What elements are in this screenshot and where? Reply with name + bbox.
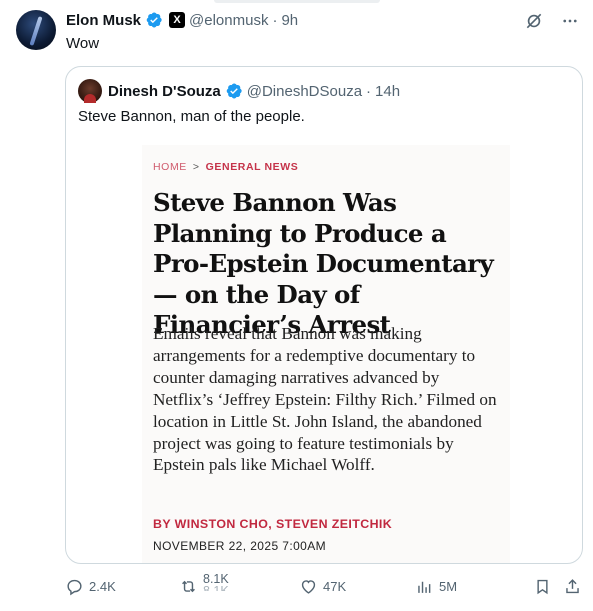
repost-count: 8.1K	[203, 572, 229, 586]
breadcrumb-category: GENERAL NEWS	[205, 161, 299, 173]
view-count: 5M	[439, 578, 458, 594]
quote-header: Dinesh D'Souza @DineshDSouza · 14h	[108, 80, 400, 102]
repost-button[interactable]: 8.1K 8.1K	[179, 572, 229, 600]
action-bar: 2.4K 8.1K 8.1K 47K 5M	[65, 572, 585, 600]
separator: ·	[272, 11, 278, 29]
grok-slash-icon[interactable]	[523, 10, 545, 32]
reply-icon	[67, 579, 82, 595]
bookmark-button[interactable]	[533, 572, 552, 600]
views-bar-chart-icon	[418, 581, 431, 593]
bookmark-icon	[537, 579, 548, 594]
timestamp[interactable]: 9h	[281, 12, 298, 29]
article-byline: BY WINSTON CHO, STEVEN ZEITCHIK	[153, 517, 393, 531]
quote-text: Steve Bannon, man of the people.	[78, 108, 305, 125]
tweet-top-icons	[523, 10, 581, 32]
views-button[interactable]: 5M	[415, 572, 457, 600]
repost-icon	[182, 580, 195, 592]
verified-badge-icon	[145, 11, 163, 29]
verified-badge-icon	[225, 82, 243, 100]
heart-icon	[301, 579, 316, 594]
share-button[interactable]	[563, 572, 582, 600]
repost-count-stack: 8.1K 8.1K	[203, 573, 229, 591]
quote-avatar[interactable]	[78, 79, 102, 103]
x-affiliate-icon: X	[169, 12, 186, 28]
tweet-header: Elon Musk X @elonmusk · 9h	[66, 9, 298, 31]
breadcrumb: HOME > GENERAL NEWS	[153, 161, 298, 173]
repost-count-ghost: 8.1K	[203, 585, 229, 591]
share-icon	[566, 578, 579, 593]
reply-button[interactable]: 2.4K	[65, 572, 116, 600]
breadcrumb-separator: >	[192, 161, 200, 173]
author-handle[interactable]: @elonmusk	[189, 12, 268, 29]
more-dots-icon[interactable]	[559, 10, 581, 32]
breadcrumb-home: HOME	[153, 161, 187, 173]
quoted-tweet[interactable]: Dinesh D'Souza @DineshDSouza · 14h Steve…	[65, 66, 583, 564]
quote-author-handle[interactable]: @DineshDSouza	[247, 83, 362, 100]
quote-author-name[interactable]: Dinesh D'Souza	[108, 83, 221, 100]
tweet: Elon Musk X @elonmusk · 9h Wow Dinesh D'…	[0, 0, 593, 611]
avatar[interactable]	[16, 10, 56, 50]
like-count: 47K	[323, 578, 347, 594]
reply-count: 2.4K	[89, 578, 116, 594]
quote-timestamp[interactable]: 14h	[375, 83, 400, 100]
article-date: NOVEMBER 22, 2025 7:00AM	[153, 539, 327, 553]
tweet-text: Wow	[66, 35, 100, 52]
article-headline: Steve Bannon Was Planning to Produce a P…	[153, 188, 494, 339]
article-screenshot[interactable]: HOME > GENERAL NEWS Steve Bannon Was Pla…	[142, 145, 510, 563]
author-name[interactable]: Elon Musk	[66, 12, 141, 29]
like-button[interactable]: 47K	[299, 572, 346, 600]
separator: ·	[366, 82, 372, 100]
article-dek: Emails reveal that Bannon was making arr…	[153, 324, 497, 475]
